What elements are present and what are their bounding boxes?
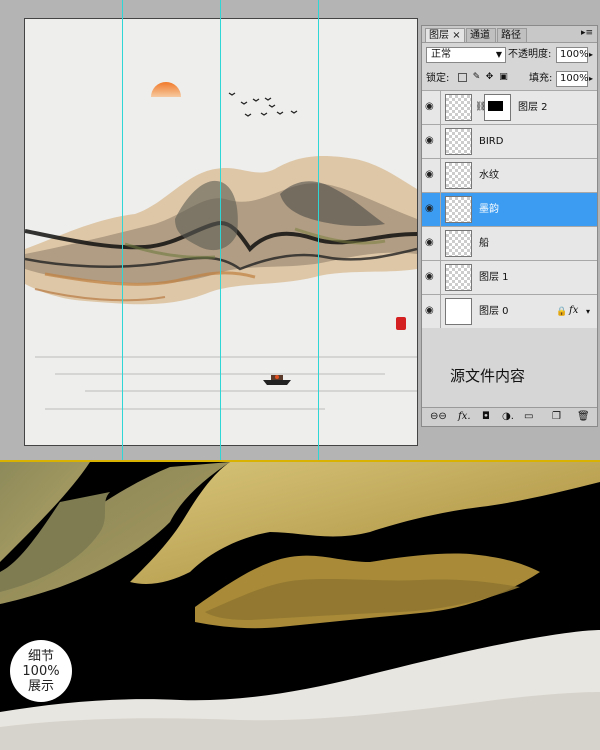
fill-label: 填充: [529,73,553,84]
fx-icon[interactable]: fx [569,305,578,316]
eye-icon[interactable]: ◉ [425,102,437,112]
folder-icon[interactable]: ▭ [524,411,533,423]
layer-divider [440,295,441,328]
tab-channels[interactable]: 通道 [466,28,496,42]
lock-move-icon[interactable]: ✥ [485,73,494,82]
tab-paths[interactable]: 路径 [497,28,527,42]
lock-icon: 🔒 [556,307,568,317]
bird-flock [228,92,298,117]
layer-row[interactable]: ◉ 船 [422,226,597,260]
adjustment-layer-icon[interactable]: ◑. [502,411,514,423]
panel-bottom-toolbar: ⊖⊖ fx. ◘ ◑. ▭ ❐ 🗑 [422,407,597,426]
detail-zoom-badge: 细节 100% 展示 [10,640,72,702]
lock-transparent-icon[interactable] [458,73,467,82]
layer-thumbnail [445,264,472,291]
eye-icon[interactable]: ◉ [425,306,437,316]
boat [263,375,291,385]
link-layers-icon[interactable]: ⊖⊖ [430,411,447,423]
add-mask-icon[interactable]: ◘ [482,411,490,423]
lock-label: 锁定: [426,73,450,84]
red-seal-stamp [396,317,406,330]
badge-line-3: 展示 [27,679,54,694]
lock-all-icon[interactable]: ▣ [499,73,508,82]
layer-name: BIRD [479,136,504,147]
blend-opacity-row: 正常 ▼ 不透明度: 100% ▸ [422,45,597,65]
opacity-input[interactable]: 100% [556,47,589,63]
layer-divider [440,91,441,124]
ink-landscape-artwork [25,82,417,410]
layer-thumbnail [445,196,472,223]
opacity-label: 不透明度: [508,49,552,60]
tab-paths-label: 路径 [501,30,521,41]
layer-divider [440,193,441,226]
layer-divider [440,159,441,192]
chevron-down-icon[interactable]: ▾ [586,307,590,316]
layer-name: 墨韵 [479,204,499,215]
layer-name: 水纹 [479,170,499,181]
layers-list: ◉ ⛓ 图层 2 ◉ BIRD ◉ 水纹 ◉ 墨韵 ◉ 船 ◉ 图层 1 ◉ 图… [422,90,597,334]
photoshop-workspace: 图层 × 通道 路径 ▸≡ 正常 ▼ 不透明度: 100% ▸ 锁定: ✎ ✥ … [0,0,600,460]
layer-name: 图层 2 [518,102,548,113]
layer-name: 图层 0 [479,306,509,317]
blend-mode-select[interactable]: 正常 ▼ [426,47,506,63]
eye-icon[interactable]: ◉ [425,272,437,282]
fill-slider-icon[interactable]: ▸ [589,71,593,87]
tab-channels-label: 通道 [470,30,490,41]
layer-divider [440,227,441,260]
layer-thumbnail [445,94,472,121]
layer-row[interactable]: ◉ 水纹 [422,158,597,192]
layer-mask-thumbnail[interactable] [484,94,511,121]
blend-mode-value: 正常 [431,49,451,60]
eye-icon[interactable]: ◉ [425,170,437,180]
canvas-artboard[interactable] [24,18,418,446]
guide-line [318,0,319,460]
layers-panel: 图层 × 通道 路径 ▸≡ 正常 ▼ 不透明度: 100% ▸ 锁定: ✎ ✥ … [421,25,598,427]
fill-input[interactable]: 100% [556,71,589,87]
opacity-value: 100% [560,49,589,60]
source-content-label: 源文件内容 [450,367,526,385]
layer-divider [440,261,441,294]
opacity-slider-icon[interactable]: ▸ [589,47,593,63]
layer-row[interactable]: ◉ 图层 1 [422,260,597,294]
sun-shape [151,82,181,97]
eye-icon[interactable]: ◉ [425,238,437,248]
layer-divider [440,125,441,158]
panel-menu-icon[interactable]: ▸≡ [581,28,593,38]
layer-thumbnail [445,162,472,189]
layer-thumbnail [445,128,472,155]
badge-line-2: 100% [22,664,60,679]
layer-row[interactable]: ◉ 图层 0 🔒 fx ▾ [422,294,597,328]
layer-name: 图层 1 [479,272,509,283]
tab-layers-label: 图层 [429,30,449,41]
layer-thumbnail [445,230,472,257]
layer-row[interactable]: ◉ ⛓ 图层 2 [422,90,597,124]
detail-zoom-view [0,462,600,750]
layer-row-selected[interactable]: ◉ 墨韵 [422,192,597,226]
layer-name: 船 [479,238,489,249]
lock-brush-icon[interactable]: ✎ [472,73,481,82]
lock-fill-row: 锁定: ✎ ✥ ▣ 填充: 100% ▸ [422,69,597,89]
water-ripples [35,356,417,410]
detail-artwork [0,462,600,750]
eye-icon[interactable]: ◉ [425,136,437,146]
guide-line [220,0,221,460]
eye-icon[interactable]: ◉ [425,204,437,214]
fill-value: 100% [560,73,589,84]
layer-row[interactable]: ◉ BIRD [422,124,597,158]
badge-line-1: 细节 [27,649,54,664]
close-icon[interactable]: × [452,30,460,41]
tab-layers[interactable]: 图层 × [425,28,465,42]
new-layer-icon[interactable]: ❐ [552,411,561,423]
panel-tabs: 图层 × 通道 路径 ▸≡ [422,26,597,43]
fx-icon[interactable]: fx. [458,411,471,423]
guide-line [122,0,123,460]
ink-mountains [25,156,417,305]
layer-thumbnail [445,298,472,325]
trash-icon[interactable]: 🗑 [577,411,590,423]
chevron-down-icon: ▼ [495,50,502,59]
